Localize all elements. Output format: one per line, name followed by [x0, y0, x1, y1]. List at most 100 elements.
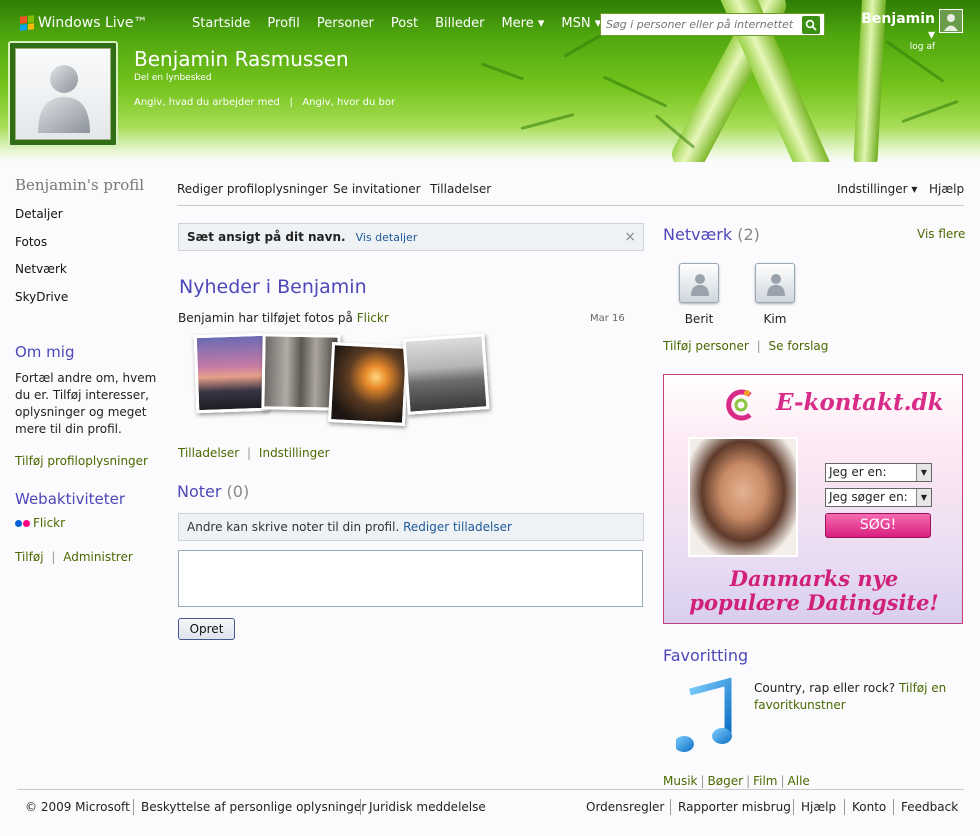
profile-picture-frame[interactable]: [8, 41, 118, 147]
nav-msn[interactable]: MSN ▾: [561, 16, 601, 31]
nav-billeder[interactable]: Billeder: [435, 16, 484, 31]
work-link[interactable]: Angiv, hvad du arbejder med: [134, 97, 280, 108]
favorites-all-link[interactable]: Alle: [788, 774, 810, 788]
profile-picture: [15, 48, 111, 140]
sidebar-item-fotos[interactable]: Fotos: [15, 235, 160, 263]
footer-separator: [893, 799, 894, 815]
photo-thumbnail[interactable]: [327, 342, 410, 426]
ad-select-label: Jeg søger en:: [829, 490, 908, 504]
notice-text: Sæt ansigt på dit navn.: [187, 230, 346, 244]
network-actions: Tilføj personer | Se forslag: [663, 339, 828, 353]
network-title-text: Netværk: [663, 225, 733, 244]
ad-select-gender[interactable]: Jeg er en: ▼: [825, 463, 932, 482]
favorites-text: Country, rap eller rock? Tilføj en favor…: [754, 680, 954, 714]
ad-search-button[interactable]: SØG!: [825, 513, 931, 538]
user-avatar-icon[interactable]: [939, 9, 963, 33]
flickr-activity[interactable]: Flickr: [15, 516, 160, 530]
create-note-button[interactable]: Opret: [178, 618, 235, 640]
favorites-music-link[interactable]: Musik: [663, 774, 698, 788]
footer-separator: [360, 799, 361, 815]
network-count: (2): [737, 225, 760, 244]
search-input[interactable]: [601, 14, 801, 35]
search-icon: [805, 19, 817, 31]
top-navigation: Startside Profil Personer Post Billeder …: [192, 16, 618, 31]
news-item: Benjamin har tilføjet fotos på Flickr: [178, 311, 389, 325]
add-link[interactable]: Tilføj: [15, 550, 44, 564]
contact-name: Kim: [763, 312, 787, 326]
chevron-down-icon: ▼: [916, 464, 931, 481]
footer-privacy-link[interactable]: Beskyttelse af personlige oplysninger: [141, 800, 366, 814]
web-activity-actions: Tilføj | Administrer: [15, 550, 160, 564]
left-sidebar: Benjamin's profil Detaljer Fotos Netværk…: [15, 176, 160, 564]
contact-card[interactable]: Berit: [669, 263, 729, 326]
favorites-heading: Favoritting: [663, 646, 749, 665]
sidebar-item-skydrive[interactable]: SkyDrive: [15, 290, 160, 318]
notes-count: (0): [226, 482, 250, 501]
nav-startside[interactable]: Startside: [192, 16, 250, 31]
contact-avatar-icon: [679, 263, 719, 303]
ad-select-seeking[interactable]: Jeg søger en: ▼: [825, 488, 932, 507]
favorites-books-link[interactable]: Bøger: [708, 774, 744, 788]
footer-account-link[interactable]: Konto: [852, 800, 886, 814]
notes-info-text: Andre kan skrive noter til din profil.: [187, 520, 400, 534]
favorites-prompt: Country, rap eller rock?: [754, 681, 899, 695]
add-people-link[interactable]: Tilføj personer: [663, 339, 749, 353]
windows-flag-icon: [20, 15, 34, 31]
show-details-link[interactable]: Vis detaljer: [356, 231, 418, 244]
search-button[interactable]: [802, 15, 820, 34]
news-settings-link[interactable]: Indstillinger: [259, 446, 330, 460]
contact-card[interactable]: Kim: [745, 263, 805, 326]
nav-mere[interactable]: Mere ▾: [501, 16, 544, 31]
photo-thumbnail[interactable]: [193, 332, 269, 414]
footer-separator: [670, 799, 671, 815]
footer-legal-link[interactable]: Juridisk meddelelse: [369, 800, 486, 814]
footer-report-abuse-link[interactable]: Rapporter misbrug: [678, 800, 791, 814]
administer-link[interactable]: Administrer: [63, 550, 133, 564]
windows-live-logo[interactable]: Windows Live™: [20, 15, 148, 31]
close-icon[interactable]: ×: [624, 229, 636, 245]
flickr-link[interactable]: Flickr: [33, 516, 65, 530]
news-permissions-link[interactable]: Tilladelser: [178, 446, 239, 460]
ad-photo: [688, 437, 798, 557]
footer-help-link[interactable]: Hjælp: [801, 800, 836, 814]
advertisement-banner[interactable]: E-kontakt.dk Jeg er en: ▼ Jeg søger en: …: [663, 374, 963, 624]
invitations-link[interactable]: Se invitationer: [333, 182, 421, 196]
photo-thumbnail[interactable]: [402, 333, 490, 415]
footer-feedback-link[interactable]: Feedback: [901, 800, 958, 814]
header-banner: Windows Live™ Startside Profil Personer …: [0, 0, 980, 162]
add-profile-info-link[interactable]: Tilføj profiloplysninger: [15, 454, 160, 468]
nav-profil[interactable]: Profil: [267, 16, 299, 31]
nav-post[interactable]: Post: [391, 16, 418, 31]
network-see-more-link[interactable]: Vis flere: [917, 227, 965, 241]
contact-avatar-icon: [755, 263, 795, 303]
separator: |: [756, 339, 761, 353]
location-link[interactable]: Angiv, hvor du bor: [302, 97, 395, 108]
permissions-link[interactable]: Tilladelser: [430, 182, 491, 196]
see-suggestions-link[interactable]: Se forslag: [769, 339, 829, 353]
news-heading: Nyheder i Benjamin: [179, 276, 367, 298]
favorites-categories: Musik | Bøger | Film | Alle: [663, 774, 810, 788]
default-person-icon: [38, 65, 90, 133]
sidebar-item-netvaerk[interactable]: Netværk: [15, 262, 160, 290]
edit-profile-link[interactable]: Rediger profiloplysninger: [177, 182, 328, 196]
edit-permissions-link[interactable]: Rediger tilladelser: [403, 520, 512, 534]
user-name-menu[interactable]: Benjamin ▾: [857, 11, 935, 43]
news-date: Mar 16: [590, 313, 625, 324]
notes-heading: Noter (0): [177, 482, 249, 501]
news-flickr-link[interactable]: Flickr: [357, 311, 389, 325]
footer-separator: [844, 799, 845, 815]
footer-separator: [133, 799, 134, 815]
quick-message-link[interactable]: Del en lynbesked: [134, 73, 212, 83]
signout-link[interactable]: log af: [857, 42, 935, 52]
settings-menu[interactable]: Indstillinger ▾: [837, 182, 917, 196]
nav-personer[interactable]: Personer: [317, 16, 374, 31]
sidebar-item-detaljer[interactable]: Detaljer: [15, 207, 160, 235]
notes-textarea[interactable]: [178, 550, 643, 607]
favorites-film-link[interactable]: Film: [753, 774, 777, 788]
help-link[interactable]: Hjælp: [929, 182, 964, 196]
notes-title-text: Noter: [177, 482, 222, 501]
ad-tagline: Danmarks nye populære Datingsite!: [664, 567, 962, 615]
footer-rules-link[interactable]: Ordensregler: [586, 800, 664, 814]
copyright: © 2009 Microsoft: [25, 800, 130, 814]
brand-text: Windows Live™: [38, 15, 148, 31]
